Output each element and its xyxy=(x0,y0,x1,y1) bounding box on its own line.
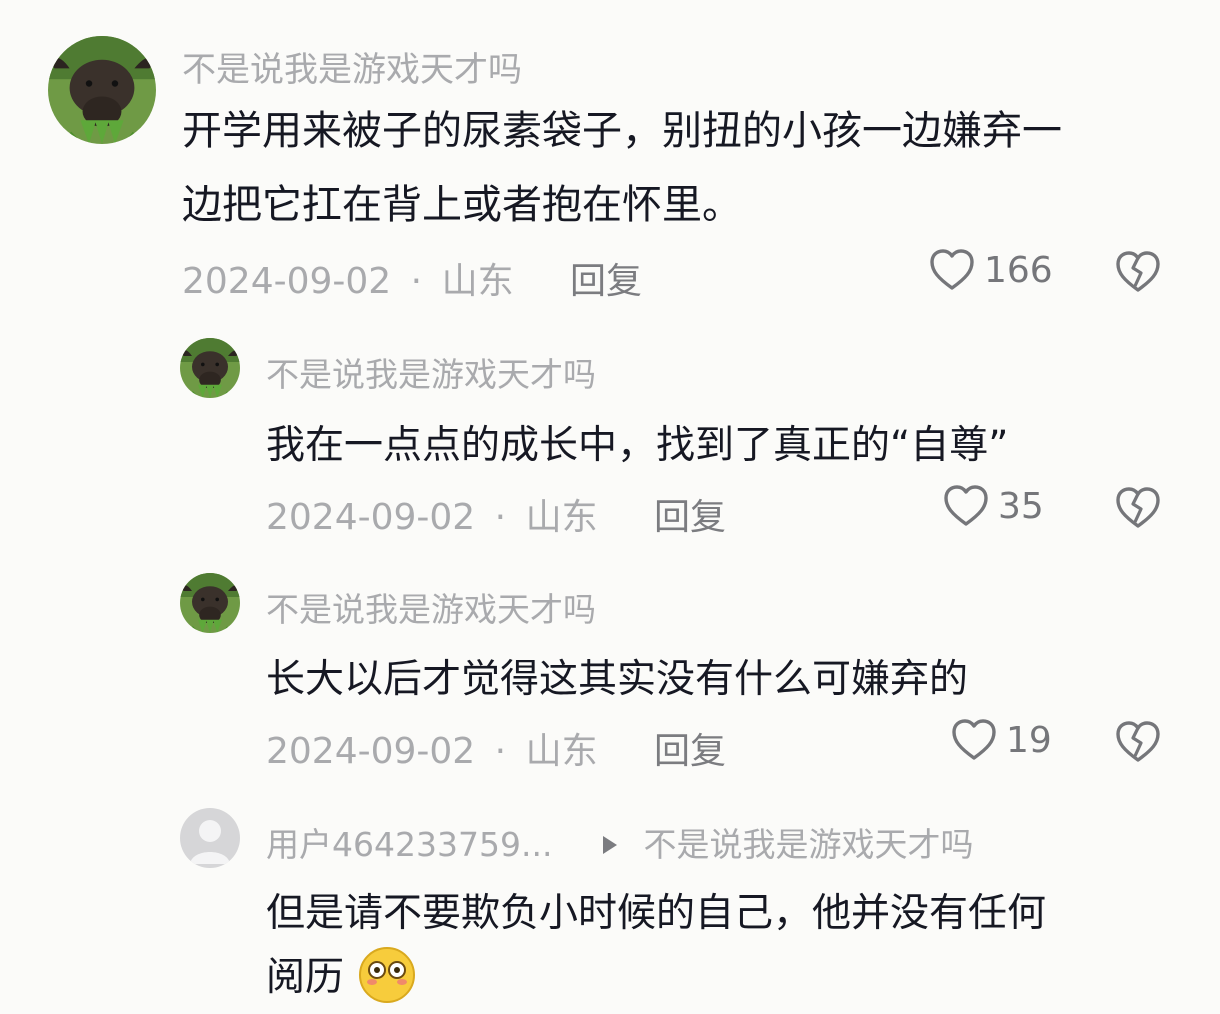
comment-text: 边把它扛在背上或者抱在怀里。 xyxy=(182,182,742,228)
reply-location: 山东 xyxy=(525,497,598,538)
comment-username[interactable]: 不是说我是游戏天才吗 xyxy=(182,42,522,91)
like-button[interactable]: 35 xyxy=(942,482,1044,530)
separator-dot: · xyxy=(410,261,423,302)
reply-text-partial: 阅历 xyxy=(266,955,345,1000)
like-count: 19 xyxy=(1006,719,1052,761)
water-buffalo-avatar[interactable] xyxy=(48,36,156,144)
heart-icon xyxy=(942,482,990,530)
like-count: 166 xyxy=(984,249,1053,291)
reply-button[interactable]: 回复 xyxy=(570,252,642,304)
reply-date: 2024-09-02 xyxy=(266,731,476,772)
dislike-button[interactable] xyxy=(1114,248,1162,296)
default-user-avatar[interactable] xyxy=(180,808,240,868)
flushed-face-emoji-icon xyxy=(358,946,416,1004)
reply-username[interactable]: 不是说我是游戏天才吗 xyxy=(266,348,596,396)
reply-username[interactable]: 用户464233759... 不是说我是游戏天才吗 xyxy=(266,818,973,866)
reply-meta: 2024-09-02 · 山东 xyxy=(266,722,598,774)
like-button[interactable]: 19 xyxy=(950,716,1052,764)
reply-button[interactable]: 回复 xyxy=(654,722,726,774)
reply-text: 长大以后才觉得这其实没有什么可嫌弃的 xyxy=(266,657,969,702)
reply-button[interactable]: 回复 xyxy=(654,488,726,540)
dislike-button[interactable] xyxy=(1114,484,1162,532)
broken-heart-icon xyxy=(1114,484,1162,532)
comment-date: 2024-09-02 xyxy=(182,261,392,302)
reply-username[interactable]: 不是说我是游戏天才吗 xyxy=(266,583,596,631)
reply-date: 2024-09-02 xyxy=(266,497,476,538)
reply-to-username[interactable]: 不是说我是游戏天才吗 xyxy=(643,825,973,864)
heart-icon xyxy=(950,716,998,764)
water-buffalo-avatar[interactable] xyxy=(180,573,240,633)
reply-arrow-icon xyxy=(602,835,617,854)
heart-icon xyxy=(928,246,976,294)
like-count: 35 xyxy=(998,485,1044,527)
reply-text: 我在一点点的成长中，找到了真正的“自尊” xyxy=(266,423,1009,468)
water-buffalo-avatar[interactable] xyxy=(180,338,240,398)
reply-location: 山东 xyxy=(525,731,598,772)
reply-author[interactable]: 用户464233759... xyxy=(266,825,552,864)
separator-dot: · xyxy=(494,731,507,772)
reply-text-continued: 阅历 xyxy=(266,946,416,1004)
separator-dot: · xyxy=(494,497,507,538)
comment-location: 山东 xyxy=(441,261,514,302)
comment-meta: 2024-09-02 · 山东 xyxy=(182,252,514,304)
comment-text: 开学用来被子的尿素袋子，别扭的小孩一边嫌弃一 xyxy=(182,108,1062,154)
broken-heart-icon xyxy=(1114,248,1162,296)
dislike-button[interactable] xyxy=(1114,718,1162,766)
reply-meta: 2024-09-02 · 山东 xyxy=(266,488,598,540)
like-button[interactable]: 166 xyxy=(928,246,1053,294)
reply-text: 但是请不要欺负小时候的自己，他并没有任何 xyxy=(266,891,1047,936)
broken-heart-icon xyxy=(1114,718,1162,766)
